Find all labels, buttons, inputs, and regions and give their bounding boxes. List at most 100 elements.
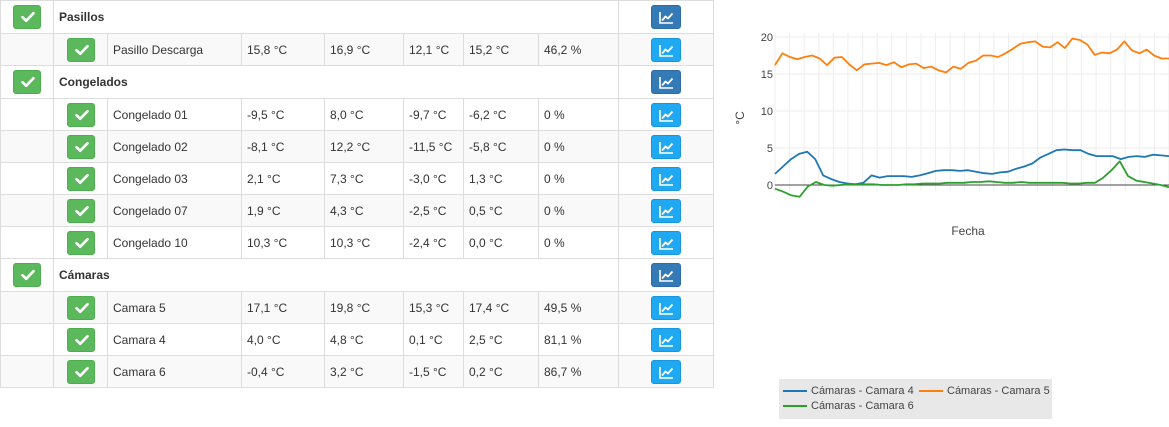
- group-row: Cámaras: [0, 258, 715, 292]
- value-cell: 2,1 °C: [241, 162, 325, 195]
- indent-cell: [0, 323, 54, 356]
- value-cell: -3,0 °C: [403, 162, 464, 195]
- legend-item[interactable]: Cámaras - Camara 4: [783, 385, 914, 397]
- table-row: Camara 6 -0,4 °C 3,2 °C -1,5 °C 0,2 °C 86,7 %: [0, 355, 715, 388]
- row-chart-button[interactable]: [651, 230, 682, 255]
- series-line-2: [774, 37, 1169, 74]
- row-chart-button[interactable]: [651, 198, 682, 223]
- value-cell: -1,5 °C: [403, 355, 464, 388]
- legend-label: Cámaras - Camara 5: [947, 385, 1050, 397]
- value-cell: -9,5 °C: [241, 98, 325, 131]
- row-status-cell: [53, 194, 108, 227]
- sensor-name: Pasillo Descarga: [107, 33, 242, 66]
- table-row: Congelado 10 10,3 °C 10,3 °C -2,4 °C 0,0 °C 0…: [0, 226, 715, 259]
- y-axis-ticks: 0 5 10 15 20: [761, 32, 773, 192]
- group-status-cell: [0, 258, 54, 292]
- humidity-cell: 0 %: [537, 98, 620, 131]
- chart-lines: [774, 37, 1169, 198]
- row-chart-button[interactable]: [651, 134, 682, 159]
- value-cell: 0,2 °C: [463, 355, 539, 388]
- table-row: Congelado 02 -8,1 °C 12,2 °C -11,5 °C -5,8 °…: [0, 130, 715, 163]
- value-cell: -0,4 °C: [241, 355, 325, 388]
- status-ok-button[interactable]: [66, 37, 95, 62]
- value-cell: 0,0 °C: [463, 226, 539, 259]
- status-ok-button[interactable]: [66, 198, 95, 223]
- row-chart-button[interactable]: [651, 359, 682, 384]
- value-cell: -2,4 °C: [403, 226, 464, 259]
- group-chart-button[interactable]: [651, 263, 682, 287]
- y-tick-label: 20: [761, 32, 773, 44]
- value-cell: 10,3 °C: [241, 226, 325, 259]
- value-cell: -9,7 °C: [403, 98, 464, 131]
- status-ok-button[interactable]: [13, 5, 41, 29]
- series-line-3: [774, 160, 1169, 198]
- status-ok-button[interactable]: [66, 166, 95, 191]
- row-chart-cell: [618, 33, 715, 66]
- status-ok-button[interactable]: [66, 327, 95, 352]
- group-name: Congelados: [52, 65, 620, 99]
- status-ok-button[interactable]: [66, 359, 95, 384]
- value-cell: 1,3 °C: [463, 162, 539, 195]
- status-ok-button[interactable]: [66, 102, 95, 127]
- temperature-chart: 0 5 10 15 20 °C Fecha: [733, 32, 1169, 238]
- humidity-cell: 81,1 %: [537, 323, 620, 356]
- y-axis-label: °C: [733, 111, 747, 125]
- group-chart-button[interactable]: [651, 70, 682, 94]
- row-chart-button[interactable]: [651, 166, 682, 191]
- value-cell: 17,4 °C: [463, 291, 539, 324]
- humidity-cell: 0 %: [537, 194, 620, 227]
- value-cell: 15,8 °C: [241, 33, 325, 66]
- group-chart-cell: [618, 258, 715, 292]
- row-chart-button[interactable]: [651, 295, 682, 320]
- sensor-name: Camara 5: [107, 291, 242, 324]
- row-chart-button[interactable]: [651, 37, 682, 62]
- indent-cell: [0, 291, 54, 324]
- indent-cell: [0, 130, 54, 163]
- humidity-cell: 0 %: [537, 162, 620, 195]
- sensor-name: Camara 4: [107, 323, 242, 356]
- value-cell: 2,5 °C: [463, 323, 539, 356]
- group-row: Pasillos: [0, 0, 715, 34]
- y-tick-label: 15: [761, 69, 773, 81]
- group-row: Congelados: [0, 65, 715, 99]
- row-chart-cell: [618, 323, 715, 356]
- row-chart-button[interactable]: [651, 102, 682, 127]
- status-ok-button[interactable]: [66, 230, 95, 255]
- value-cell: 4,0 °C: [241, 323, 325, 356]
- row-status-cell: [53, 33, 108, 66]
- value-cell: 0,1 °C: [403, 323, 464, 356]
- row-status-cell: [53, 323, 108, 356]
- group-chart-button[interactable]: [651, 5, 682, 29]
- row-status-cell: [53, 130, 108, 163]
- legend-swatch: [783, 405, 807, 407]
- status-ok-button[interactable]: [66, 295, 95, 320]
- legend-item[interactable]: Cámaras - Camara 6: [783, 400, 914, 412]
- group-status-cell: [0, 65, 54, 99]
- sensor-name: Congelado 07: [107, 194, 242, 227]
- row-chart-cell: [618, 130, 715, 163]
- value-cell: 8,0 °C: [324, 98, 404, 131]
- legend-swatch: [783, 390, 807, 392]
- sensor-name: Camara 6: [107, 355, 242, 388]
- row-chart-cell: [618, 194, 715, 227]
- y-tick-label: 0: [767, 180, 773, 192]
- group-name: Cámaras: [52, 258, 620, 292]
- status-ok-button[interactable]: [13, 263, 41, 287]
- sensor-name: Congelado 03: [107, 162, 242, 195]
- group-status-cell: [0, 0, 54, 34]
- value-cell: 12,2 °C: [324, 130, 404, 163]
- group-chart-cell: [618, 0, 715, 34]
- sensor-name: Congelado 02: [107, 130, 242, 163]
- row-chart-cell: [618, 226, 715, 259]
- indent-cell: [0, 226, 54, 259]
- value-cell: -6,2 °C: [463, 98, 539, 131]
- legend-item[interactable]: Cámaras - Camara 5: [919, 385, 1050, 397]
- value-cell: -2,5 °C: [403, 194, 464, 227]
- status-ok-button[interactable]: [66, 134, 95, 159]
- legend-label: Cámaras - Camara 4: [811, 385, 914, 397]
- status-ok-button[interactable]: [13, 70, 41, 94]
- row-chart-button[interactable]: [651, 327, 682, 352]
- series-line-1: [774, 148, 1169, 186]
- value-cell: -8,1 °C: [241, 130, 325, 163]
- legend-swatch: [919, 390, 943, 392]
